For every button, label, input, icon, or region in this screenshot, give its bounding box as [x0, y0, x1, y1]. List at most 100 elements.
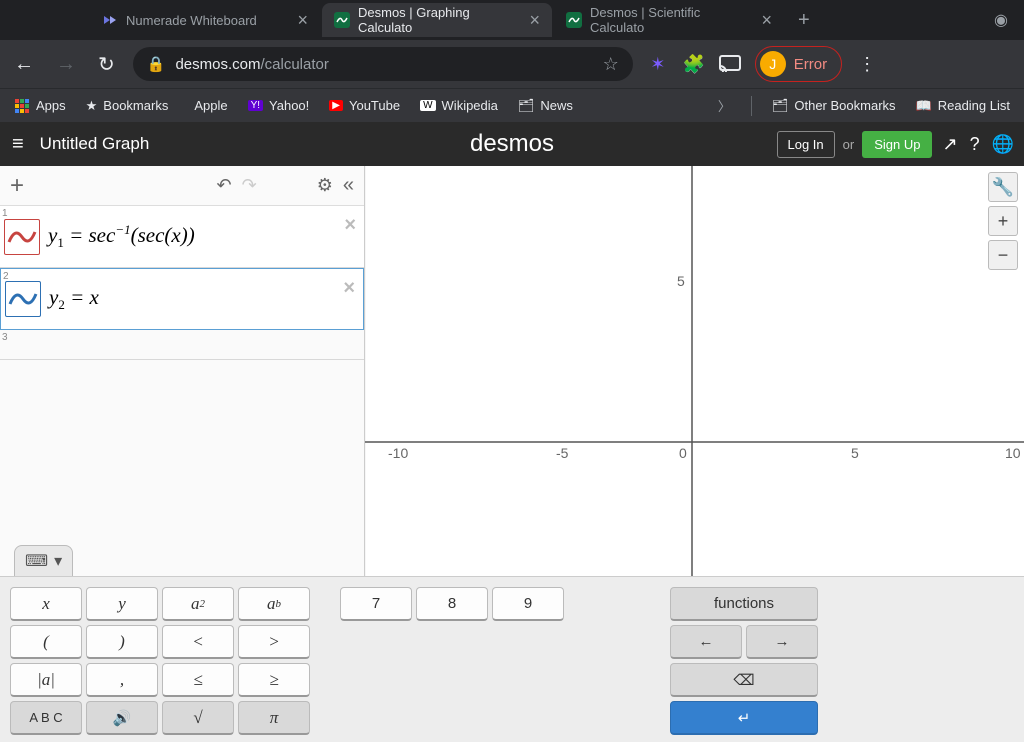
other-bookmarks[interactable]: 🗂 Other Bookmarks: [772, 98, 896, 114]
tab-numerade[interactable]: Numerade Whiteboard ×: [90, 3, 320, 37]
desmos-favicon: [566, 12, 582, 28]
avatar: J: [760, 51, 786, 77]
key-9[interactable]: 9: [492, 587, 564, 621]
url-path: /calculator: [260, 56, 328, 73]
share-icon[interactable]: ↗: [940, 132, 959, 157]
key-<[interactable]: <: [162, 625, 234, 659]
or-label: or: [843, 137, 855, 152]
zoom-out-button[interactable]: −: [988, 240, 1018, 270]
new-tab-button[interactable]: +: [786, 9, 822, 32]
expression-text[interactable]: y1 = sec−1(sec(x)): [40, 222, 203, 251]
reading-list[interactable]: 📖 Reading List: [916, 98, 1010, 114]
delete-expression-icon[interactable]: ×: [343, 277, 355, 300]
close-icon[interactable]: ×: [297, 10, 308, 31]
apps-button[interactable]: Apps: [14, 98, 66, 114]
delete-expression-icon[interactable]: ×: [344, 214, 356, 237]
graph-title[interactable]: Untitled Graph: [40, 134, 150, 154]
reload-button[interactable]: ↻: [94, 48, 119, 81]
expression-row[interactable]: 1 y1 = sec−1(sec(x)) ×: [0, 206, 364, 268]
key-a²[interactable]: a2: [162, 587, 234, 621]
key-)[interactable]: ): [86, 625, 158, 659]
menu-icon[interactable]: ≡: [8, 129, 28, 160]
chevron-down-icon: ▾: [54, 551, 62, 571]
login-button[interactable]: Log In: [777, 131, 835, 158]
graph-svg: -10 -5 0 5 10 5: [365, 166, 1024, 576]
bookmark-news[interactable]: 🗂 News: [518, 98, 573, 114]
expr-color-icon[interactable]: [4, 219, 40, 255]
extension-icon[interactable]: ✶: [647, 53, 669, 75]
expression-row-empty[interactable]: 3: [0, 330, 364, 360]
collapse-panel-icon[interactable]: «: [343, 174, 354, 197]
browser-toolbar: ← → ↻ 🔒 desmos.com/calculator ☆ ✶ 🧩 J Er…: [0, 40, 1024, 88]
origin-label: 0: [679, 445, 687, 461]
key-7[interactable]: 7: [340, 587, 412, 621]
expr-color-icon[interactable]: [5, 281, 41, 317]
key-√[interactable]: √: [162, 701, 234, 735]
wrench-icon[interactable]: 🔧: [988, 172, 1018, 202]
account-icon[interactable]: ◉: [994, 10, 1008, 30]
key-A B C[interactable]: A B C: [10, 701, 82, 735]
close-icon[interactable]: ×: [529, 10, 540, 31]
key-x[interactable]: x: [10, 587, 82, 621]
tab-desmos-scientific[interactable]: Desmos | Scientific Calculato ×: [554, 3, 784, 37]
key-y[interactable]: y: [86, 587, 158, 621]
key-≥[interactable]: ≥: [238, 663, 310, 697]
close-icon[interactable]: ×: [761, 10, 772, 31]
menu-icon[interactable]: ⋮: [856, 53, 878, 75]
expression-panel: + ↶ ↷ ⚙ « 1 y1 = sec−1(sec(x)) × 2 y2 = …: [0, 166, 365, 576]
language-icon[interactable]: 🌐: [990, 132, 1016, 157]
bookmark-youtube[interactable]: ▶ YouTube: [329, 98, 400, 113]
key-|a|[interactable]: |a|: [10, 663, 82, 697]
key-aᵇ[interactable]: ab: [238, 587, 310, 621]
virtual-keyboard: ⌨ ▾ xya2ab()<>|a|,≤≥A B C🔊√π 789 functio…: [0, 576, 1024, 742]
enter-key[interactable]: ↵: [670, 701, 818, 735]
profile-error-badge[interactable]: J Error: [755, 46, 842, 82]
wikipedia-icon: W: [420, 100, 435, 111]
redo-button[interactable]: ↷: [242, 175, 257, 196]
app-main: + ↶ ↷ ⚙ « 1 y1 = sec−1(sec(x)) × 2 y2 = …: [0, 166, 1024, 576]
functions-button[interactable]: functions: [670, 587, 818, 621]
tick-label: -10: [388, 445, 408, 461]
zoom-in-button[interactable]: +: [988, 206, 1018, 236]
tab-title: Desmos | Scientific Calculato: [590, 5, 753, 35]
key->[interactable]: >: [238, 625, 310, 659]
graph-tools: 🔧 + −: [988, 172, 1018, 270]
forward-button[interactable]: →: [52, 49, 80, 80]
desmos-favicon: [334, 12, 350, 28]
back-button[interactable]: ←: [10, 49, 38, 80]
key-≤[interactable]: ≤: [162, 663, 234, 697]
bookmark-apple[interactable]: Apple: [188, 98, 227, 113]
key-,[interactable]: ,: [86, 663, 158, 697]
settings-icon[interactable]: ⚙: [317, 175, 333, 196]
cast-icon[interactable]: [719, 53, 741, 75]
tab-desmos-graphing[interactable]: Desmos | Graphing Calculato ×: [322, 3, 552, 37]
arrow-left-key[interactable]: ←: [670, 625, 742, 659]
numerade-favicon: [102, 12, 118, 28]
expr-index: 2: [3, 271, 9, 282]
desmos-header: ≡ Untitled Graph desmos Log In or Sign U…: [0, 122, 1024, 166]
key-([interactable]: (: [10, 625, 82, 659]
graph-area[interactable]: -10 -5 0 5 10 5 🔧 + −: [365, 166, 1024, 576]
signup-button[interactable]: Sign Up: [862, 131, 932, 158]
backspace-key[interactable]: ⌫: [670, 663, 818, 697]
key-π[interactable]: π: [238, 701, 310, 735]
expression-row[interactable]: 2 y2 = x ×: [0, 268, 364, 330]
add-expression-button[interactable]: +: [10, 172, 24, 200]
bookmarks-overflow-icon[interactable]: 〉: [718, 96, 731, 115]
undo-button[interactable]: ↶: [217, 175, 232, 196]
bookmark-bookmarks[interactable]: ★ Bookmarks: [86, 98, 169, 114]
arrow-right-key[interactable]: →: [746, 625, 818, 659]
expression-text[interactable]: y2 = x: [41, 285, 107, 313]
help-icon[interactable]: ?: [968, 132, 982, 157]
extensions-icon[interactable]: 🧩: [683, 53, 705, 75]
keyboard-icon: ⌨: [25, 551, 48, 571]
expr-index: 3: [2, 332, 8, 343]
bookmark-wikipedia[interactable]: W Wikipedia: [420, 98, 498, 113]
key-8[interactable]: 8: [416, 587, 488, 621]
address-bar[interactable]: 🔒 desmos.com/calculator ☆: [133, 47, 633, 81]
bookmark-star-icon[interactable]: ☆: [603, 54, 619, 75]
key-🔊[interactable]: 🔊: [86, 701, 158, 735]
bookmark-yahoo[interactable]: Y! Yahoo!: [248, 98, 310, 113]
keyboard-toggle[interactable]: ⌨ ▾: [14, 545, 73, 576]
tab-title: Numerade Whiteboard: [126, 13, 257, 28]
